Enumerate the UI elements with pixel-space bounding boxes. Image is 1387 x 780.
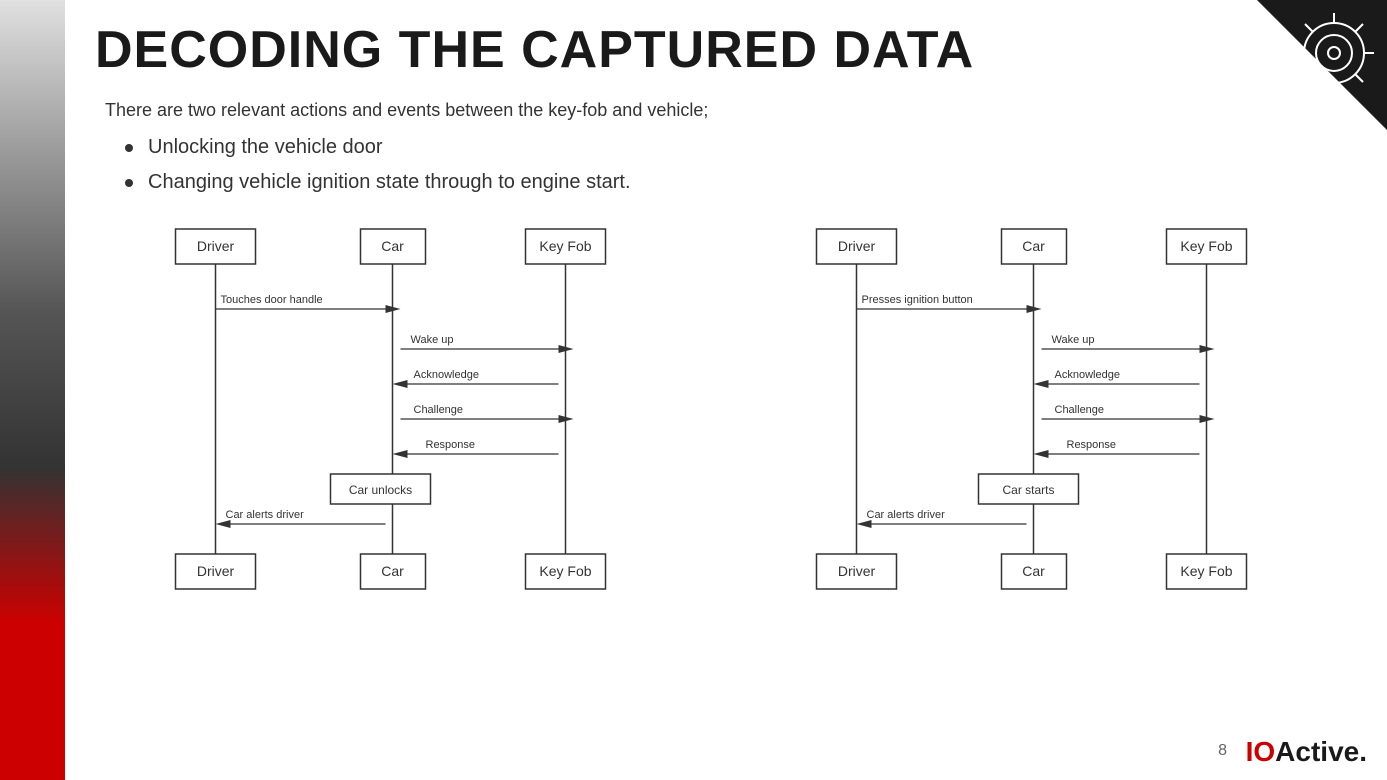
svg-text:Driver: Driver <box>838 563 876 579</box>
svg-text:Key Fob: Key Fob <box>1180 238 1232 254</box>
diagrams-container: Driver Car Key Fob Touches door handle <box>115 219 1357 604</box>
svg-text:Challenge: Challenge <box>1055 404 1105 416</box>
page-title: DECODING THE CAPTURED DATA <box>95 20 1357 80</box>
main-content: DECODING THE CAPTURED DATA There are two… <box>75 0 1387 780</box>
bullet-dot-2 <box>125 179 133 187</box>
bullet-item-1: Unlocking the vehicle door <box>125 136 1357 159</box>
svg-text:Car unlocks: Car unlocks <box>349 483 412 497</box>
corner-icon <box>1289 8 1379 103</box>
svg-text:Car: Car <box>381 563 404 579</box>
svg-text:Car: Car <box>381 238 404 254</box>
svg-text:Touches door handle: Touches door handle <box>221 294 323 306</box>
svg-text:Response: Response <box>1067 439 1117 451</box>
logo-active: Active <box>1275 736 1359 767</box>
svg-text:Response: Response <box>426 439 476 451</box>
svg-text:Key Fob: Key Fob <box>539 563 591 579</box>
svg-text:Car alerts driver: Car alerts driver <box>867 509 946 521</box>
svg-text:Key Fob: Key Fob <box>539 238 591 254</box>
svg-text:Car: Car <box>1022 238 1045 254</box>
svg-text:Driver: Driver <box>197 238 235 254</box>
svg-text:Car: Car <box>1022 563 1045 579</box>
page-number: 8 <box>1218 742 1227 760</box>
diagram1-svg: Driver Car Key Fob Touches door handle <box>115 219 716 599</box>
svg-text:Car alerts driver: Car alerts driver <box>226 509 305 521</box>
bullet-text-2: Changing vehicle ignition state through … <box>148 171 631 194</box>
ioactive-logo: IOActive. <box>1246 736 1367 768</box>
description-text: There are two relevant actions and event… <box>95 100 1357 121</box>
bullet-list: Unlocking the vehicle door Changing vehi… <box>95 136 1357 194</box>
svg-text:Key Fob: Key Fob <box>1180 563 1232 579</box>
bullet-text-1: Unlocking the vehicle door <box>148 136 383 159</box>
left-decorative-strip <box>0 0 65 780</box>
svg-text:Wake up: Wake up <box>411 334 454 346</box>
bullet-item-2: Changing vehicle ignition state through … <box>125 171 1357 194</box>
svg-text:Challenge: Challenge <box>414 404 464 416</box>
bullet-dot-1 <box>125 144 133 152</box>
logo-dot: . <box>1359 736 1367 767</box>
svg-text:Acknowledge: Acknowledge <box>414 369 479 381</box>
svg-text:Driver: Driver <box>838 238 876 254</box>
diagram-door-unlock: Driver Car Key Fob Touches door handle <box>115 219 716 604</box>
svg-text:Wake up: Wake up <box>1052 334 1095 346</box>
logo-io: IO <box>1246 736 1276 767</box>
diagram2-svg: Driver Car Key Fob Presses ignition butt… <box>756 219 1357 599</box>
diagram-engine-start: Driver Car Key Fob Presses ignition butt… <box>756 219 1357 604</box>
svg-text:Driver: Driver <box>197 563 235 579</box>
svg-text:Car starts: Car starts <box>1002 483 1054 497</box>
svg-text:Presses ignition button: Presses ignition button <box>862 294 973 306</box>
svg-text:Acknowledge: Acknowledge <box>1055 369 1120 381</box>
